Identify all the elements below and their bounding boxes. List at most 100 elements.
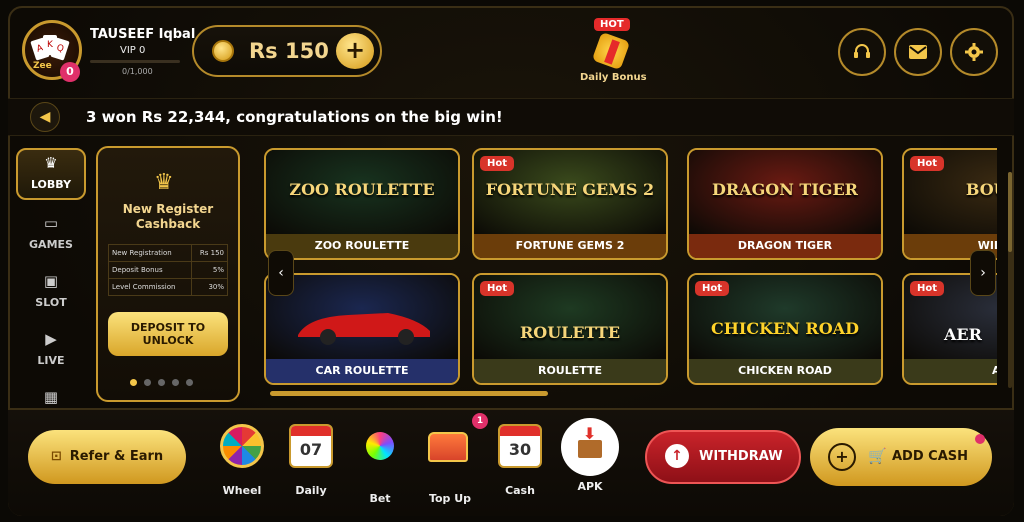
daily-button[interactable]: 07 Daily — [281, 424, 341, 500]
scroll-right-button[interactable]: › — [970, 250, 996, 296]
calendar-30-icon: 30 — [498, 424, 542, 468]
calendar-day: 30 — [508, 440, 532, 459]
nav-calendar[interactable]: ▦ — [16, 384, 86, 406]
table-row: New Registration Rs 150 — [108, 244, 229, 262]
bet-button[interactable]: Bet — [350, 424, 410, 505]
nav-label: SLOT — [35, 296, 67, 309]
table-cell: 5% — [190, 261, 229, 279]
quick-label: Daily — [295, 484, 327, 497]
cash-button[interactable]: 30 Cash — [490, 424, 550, 500]
game-label: AE — [904, 359, 997, 383]
crown-icon: ♛ — [154, 170, 174, 195]
chevron-left-icon: ‹ — [278, 265, 284, 281]
daily-bonus-label: Daily Bonus — [580, 72, 647, 83]
game-tile-zoo-roulette[interactable]: ZOO ROULETTE ZOO ROULETTE — [264, 148, 460, 260]
vip-progress-bar — [90, 60, 180, 63]
vertical-scroll-thumb[interactable] — [1008, 172, 1012, 252]
table-row: Deposit Bonus 5% — [108, 261, 229, 279]
quick-label: Cash — [505, 484, 535, 497]
balance-amount: Rs 150 — [249, 39, 329, 63]
notification-dot — [975, 434, 985, 444]
nav-lobby[interactable]: ♛ LOBBY — [16, 148, 86, 200]
game-art-title: CHICKEN ROAD — [711, 319, 859, 338]
add-cash-label: ADD CASH — [892, 449, 969, 464]
quick-label: APK — [577, 480, 603, 493]
calendar-icon: ▦ — [43, 388, 59, 406]
game-label: DRAGON TIGER — [689, 234, 881, 258]
chevron-right-icon: › — [980, 265, 986, 281]
hot-badge: Hot — [695, 281, 730, 296]
add-balance-button[interactable]: + — [336, 33, 374, 69]
nav-slot[interactable]: ▣ SLOT — [16, 268, 86, 320]
hot-badge: Hot — [480, 156, 515, 171]
quick-label: Top Up — [428, 492, 472, 505]
game-tile-roulette[interactable]: ROULETTE Hot ROULETTE — [472, 273, 668, 385]
game-label: CAR ROULETTE — [266, 359, 458, 383]
game-label: ROULETTE — [474, 359, 666, 383]
refer-label: Refer & Earn — [69, 449, 164, 464]
download-box-icon: ⬇ — [561, 418, 619, 476]
carousel-dot[interactable] — [186, 379, 193, 386]
carousel-dot[interactable] — [144, 379, 151, 386]
game-tile-chicken-road[interactable]: CHICKEN ROAD Hot CHICKEN ROAD — [687, 273, 883, 385]
support-button[interactable] — [838, 28, 886, 76]
promo-title: New Register Cashback — [122, 202, 214, 231]
carousel-dot[interactable] — [172, 379, 179, 386]
table-cell: Deposit Bonus — [108, 261, 192, 279]
nav-label: LOBBY — [30, 178, 72, 191]
gamepad-icon: ▭ — [43, 214, 59, 232]
megaphone-icon: ◀ — [30, 102, 60, 132]
add-cash-button[interactable]: + 🛒 ADD CASH — [810, 428, 992, 486]
nav-games[interactable]: ▭ GAMES — [16, 210, 86, 262]
quick-label: Wheel — [222, 484, 262, 497]
sports-car-icon — [298, 313, 430, 345]
carousel-dot[interactable] — [158, 379, 165, 386]
settings-button[interactable] — [950, 28, 998, 76]
plus-icon: + — [828, 443, 856, 471]
game-art-title: AER — [944, 325, 982, 344]
hot-badge: Hot — [910, 281, 945, 296]
game-art: DRAGON TIGER — [689, 150, 881, 234]
horizontal-scrollbar[interactable] — [270, 391, 548, 396]
games-grid: ZOO ROULETTE ZOO ROULETTE FORTUNE GEMS 2… — [264, 148, 997, 388]
carousel-dot[interactable] — [130, 379, 137, 386]
crown-icon: ♛ — [44, 154, 58, 172]
username: TAUSEEF Iqbal — [90, 27, 196, 42]
referral-icon: ⊡ — [50, 449, 62, 464]
treasure-chest-icon — [428, 432, 472, 476]
top-up-badge: 1 — [472, 413, 488, 429]
daily-bonus-button[interactable]: HOT Daily Bonus — [578, 18, 647, 86]
game-label: FORTUNE GEMS 2 — [474, 234, 666, 258]
withdraw-button[interactable]: ↑ WITHDRAW — [645, 430, 801, 484]
table-row: Level Commission 30% — [108, 278, 229, 296]
game-tile-wild-bounty[interactable]: BOUNT Hot WILD B — [902, 148, 997, 260]
wheel-icon — [220, 424, 264, 468]
game-tile-fortune-gems-2[interactable]: FORTUNE GEMS 2 Hot FORTUNE GEMS 2 — [472, 148, 668, 260]
calendar-day: 07 — [299, 440, 323, 459]
carousel-dots — [130, 371, 200, 390]
promo-card[interactable]: ♛ New Register Cashback New Registration… — [96, 146, 240, 402]
notification-badge: 0 — [60, 62, 80, 82]
hot-badge: Hot — [480, 281, 515, 296]
arrow-up-icon: ↑ — [665, 444, 689, 468]
scroll-left-button[interactable]: ‹ — [268, 250, 294, 296]
game-label: CHICKEN ROAD — [689, 359, 881, 383]
announcement-bar: ◀ 3 won Rs 22,344, congratulations on th… — [8, 98, 1014, 136]
apk-button[interactable]: ⬇ APK — [560, 418, 620, 500]
top-up-button[interactable]: Top Up — [420, 424, 480, 505]
wheel-button[interactable]: Wheel — [212, 424, 272, 500]
game-tile-dragon-tiger[interactable]: DRAGON TIGER DRAGON TIGER — [687, 148, 883, 260]
game-label: ZOO ROULETTE — [266, 234, 458, 258]
coin-icon — [212, 40, 234, 62]
deposit-to-unlock-button[interactable]: DEPOSIT TO UNLOCK — [108, 312, 228, 356]
table-cell: Rs 150 — [190, 244, 229, 262]
refer-earn-button[interactable]: ⊡ Refer & Earn — [28, 430, 186, 484]
mail-button[interactable] — [894, 28, 942, 76]
game-art-title: DRAGON TIGER — [712, 180, 858, 199]
vip-progress-text: 0/1,000 — [122, 67, 153, 76]
game-art-title: ROULETTE — [519, 323, 621, 342]
nav-live[interactable]: ▶ LIVE — [16, 326, 86, 378]
table-cell: 30% — [190, 278, 229, 296]
withdraw-label: WITHDRAW — [699, 449, 783, 464]
settings-icon — [965, 43, 983, 61]
